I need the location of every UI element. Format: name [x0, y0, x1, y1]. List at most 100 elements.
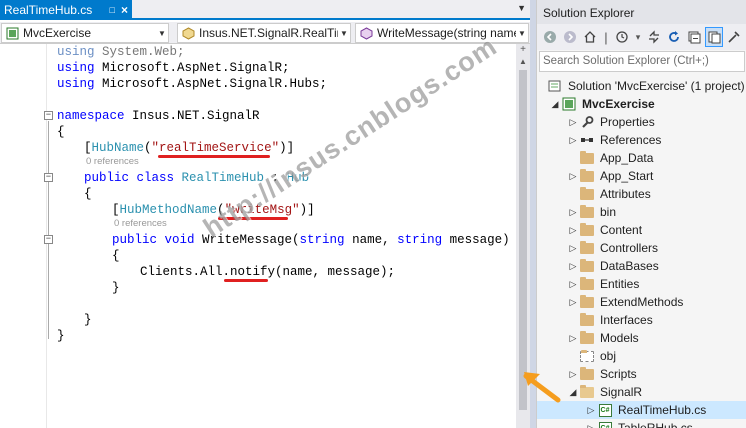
tree-project-node[interactable]: ◢ MvcExercise [537, 95, 746, 113]
collapse-namespace-icon[interactable]: − [44, 111, 53, 120]
red-underline [224, 279, 268, 282]
expanded-chevron-icon[interactable]: ◢ [549, 95, 561, 113]
expand-chevron-icon[interactable]: ▷ [567, 203, 579, 221]
tree-item-bin[interactable]: ▷ bin [537, 203, 746, 221]
folder-icon [579, 258, 595, 273]
tree-solution-node[interactable]: Solution 'MvcExercise' (1 project) [537, 77, 746, 95]
chevron-down-icon[interactable]: ▾ [633, 27, 643, 47]
csharp-glyph: C# [598, 403, 612, 417]
expand-chevron-icon[interactable]: ▷ [567, 221, 579, 239]
expand-chevron-icon[interactable]: ▷ [567, 293, 579, 311]
tree-item-interfaces[interactable]: Interfaces [537, 311, 746, 329]
method-open-brace: { [112, 249, 120, 263]
expand-chevron-icon[interactable]: ▷ [567, 257, 579, 275]
tree-item-properties[interactable]: ▷ Properties [537, 113, 746, 131]
close-icon[interactable]: × [121, 3, 128, 17]
expand-chevron-icon[interactable]: ▷ [585, 419, 597, 428]
tree-item-label: App_Data [600, 151, 654, 165]
tree-item-label: Entities [600, 277, 640, 291]
tree-item-label: SignalR [600, 385, 643, 399]
tree-item-references[interactable]: ▷ References [537, 131, 746, 149]
folder-icon [579, 186, 595, 201]
tree-item-attributes[interactable]: Attributes [537, 185, 746, 203]
tree-item-label: Attributes [600, 187, 651, 201]
tree-item-obj[interactable]: obj [537, 347, 746, 365]
folder-icon [579, 294, 595, 309]
tree-item-label: Scripts [600, 367, 637, 381]
tree-item-label: App_Start [600, 169, 654, 183]
member-dropdown[interactable]: WriteMessage(string name ▼ [355, 23, 529, 43]
tree-item-models[interactable]: ▷ Models [537, 329, 746, 347]
pin-icon[interactable]: □ [110, 5, 115, 15]
tree-item-app-start[interactable]: ▷ App_Start [537, 167, 746, 185]
solution-explorer-search-input[interactable]: Search Solution Explorer (Ctrl+;) [539, 51, 745, 72]
folder-shape [580, 276, 594, 290]
ide-window: RealTimeHub.cs □ × ▼ MvcExercise ▼ Insus… [0, 0, 746, 428]
orange-arrow-annotation [523, 372, 561, 403]
tree-item-entities[interactable]: ▷ Entities [537, 275, 746, 293]
sync-icon[interactable] [645, 27, 663, 47]
tab-realtimehub[interactable]: RealTimeHub.cs □ × [0, 0, 132, 20]
solution-icon [547, 79, 563, 93]
expand-chevron-icon[interactable]: ▷ [567, 167, 579, 185]
expand-chevron-icon[interactable]: ▷ [567, 113, 579, 131]
collapse-method-icon[interactable]: − [44, 235, 53, 244]
scroll-up-icon[interactable]: ▲ [518, 57, 528, 67]
code-line-1: using System.Web; [57, 45, 185, 59]
scrollbar-thumb[interactable] [519, 70, 527, 410]
project-dropdown[interactable]: MvcExercise ▼ [1, 23, 169, 43]
tree-item-tablerhub-cs[interactable]: ▷ C# TableRHub.cs [537, 419, 746, 428]
collapse-class-icon[interactable]: − [44, 173, 53, 182]
tree-item-controllers[interactable]: ▷ Controllers [537, 239, 746, 257]
class-dropdown[interactable]: Insus.NET.SignalR.RealTim ▼ [177, 23, 351, 43]
properties-icon[interactable] [725, 27, 743, 47]
code-line-3: using Microsoft.AspNet.SignalR.Hubs; [57, 77, 328, 91]
namespace-close-brace: } [57, 329, 65, 343]
folder-dashed-icon [579, 349, 595, 363]
expand-chevron-icon[interactable]: ▷ [585, 401, 597, 419]
document-tab-strip: RealTimeHub.cs □ × ▼ [0, 0, 530, 20]
refresh-icon[interactable] [665, 27, 683, 47]
class-open-brace: { [84, 187, 92, 201]
tree-item-label: Properties [600, 115, 655, 129]
folder-shape [580, 222, 594, 236]
expand-chevron-icon[interactable]: ▷ [567, 131, 579, 149]
folder-shape [580, 186, 594, 200]
expand-chevron-icon[interactable]: ▷ [567, 239, 579, 257]
tree-item-extendmethods[interactable]: ▷ ExtendMethods [537, 293, 746, 311]
project-icon [561, 97, 577, 111]
namespace-line: namespace Insus.NET.SignalR [57, 109, 260, 123]
tree-item-label: Content [600, 223, 643, 237]
tree-item-databases[interactable]: ▷ DataBases [537, 257, 746, 275]
expand-chevron-icon[interactable]: ▷ [567, 275, 579, 293]
solution-explorer-toolbar: | ▾ [537, 24, 746, 50]
folder-icon [579, 168, 595, 183]
codelens-references[interactable]: 0 references [86, 156, 139, 168]
folder-shape [580, 312, 594, 326]
tab-label: RealTimeHub.cs [4, 3, 93, 17]
tree-item-label: Controllers [600, 241, 659, 255]
collapse-all-icon[interactable] [685, 27, 703, 47]
tree-item-content[interactable]: ▷ Content [537, 221, 746, 239]
forward-icon[interactable] [561, 27, 579, 47]
history-icon[interactable] [613, 27, 631, 47]
codelens-references[interactable]: 0 references [114, 218, 167, 230]
tree-item-label: RealTimeHub.cs [618, 403, 707, 417]
back-icon[interactable] [541, 27, 559, 47]
show-all-files-icon[interactable] [705, 27, 723, 47]
code-text-area[interactable]: using System.Web; using Microsoft.AspNet… [0, 44, 516, 428]
folder-shape [580, 349, 594, 362]
tab-overflow-icon[interactable]: ▼ [517, 3, 526, 13]
folder-shape [580, 384, 594, 398]
split-editor-icon[interactable]: + [518, 44, 528, 56]
tree-item-app-data[interactable]: App_Data [537, 149, 746, 167]
folder-shape [580, 258, 594, 272]
folder-icon [579, 276, 595, 291]
method-close-brace: } [112, 281, 120, 295]
expand-chevron-icon[interactable]: ▷ [567, 329, 579, 347]
home-icon[interactable] [581, 27, 599, 47]
folder-icon [579, 204, 595, 219]
tree-project-label: MvcExercise [582, 97, 655, 111]
